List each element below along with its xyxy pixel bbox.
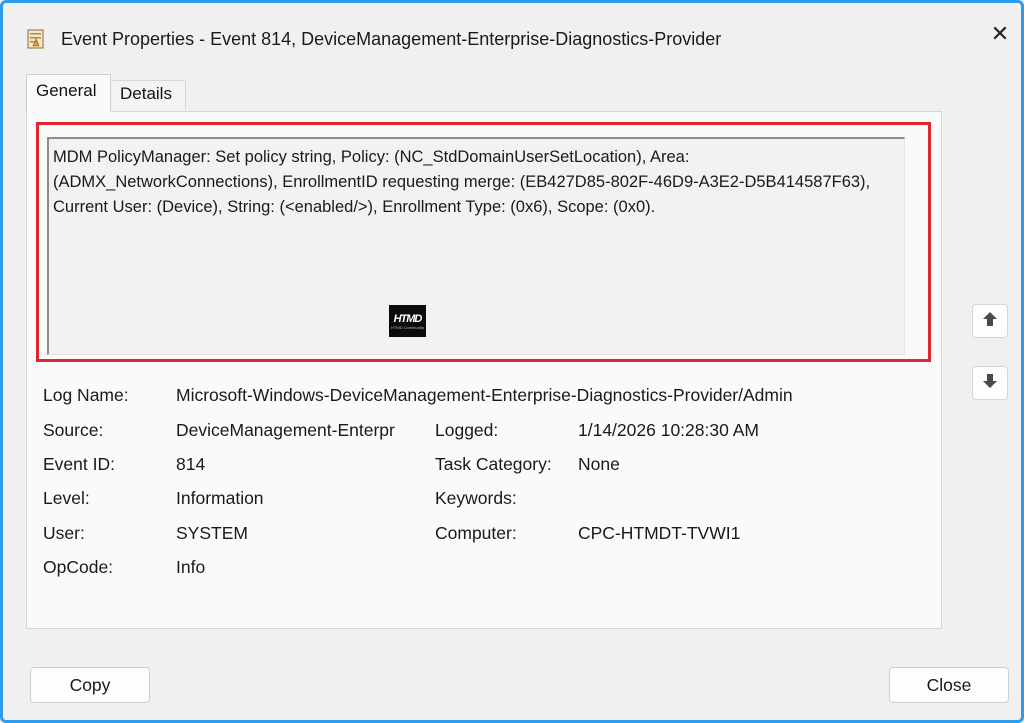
source-value[interactable]: DeviceManagement-Enterpr bbox=[176, 420, 424, 441]
logged-value[interactable]: 1/14/2026 10:28:30 AM bbox=[578, 420, 759, 441]
log-name-label: Log Name: bbox=[43, 385, 129, 405]
watermark-small-text: HTMD Community bbox=[391, 324, 424, 330]
event-id-label: Event ID: bbox=[43, 454, 115, 474]
window-title: Event Properties - Event 814, DeviceMana… bbox=[61, 29, 722, 49]
arrow-up-icon bbox=[981, 310, 999, 333]
opcode-value[interactable]: Info bbox=[176, 557, 205, 578]
user-label: User: bbox=[43, 523, 85, 543]
source-label: Source: bbox=[43, 420, 104, 440]
log-name-value[interactable]: Microsoft-Windows-DeviceManagement-Enter… bbox=[176, 385, 793, 406]
close-window-button[interactable]: ✕ bbox=[985, 19, 1015, 49]
task-category-label: Task Category: bbox=[435, 454, 552, 474]
event-log-icon bbox=[27, 29, 45, 49]
arrow-down-icon bbox=[981, 372, 999, 395]
htmd-logo-watermark: HTMD HTMD Community bbox=[389, 305, 426, 337]
level-label: Level: bbox=[43, 488, 90, 508]
computer-label: Computer: bbox=[435, 523, 517, 543]
event-id-value[interactable]: 814 bbox=[176, 454, 205, 475]
task-category-value[interactable]: None bbox=[578, 454, 620, 475]
next-event-button[interactable] bbox=[972, 366, 1008, 400]
logged-label: Logged: bbox=[435, 420, 499, 440]
computer-value[interactable]: CPC-HTMDT-TVWI1 bbox=[578, 523, 740, 544]
user-value[interactable]: SYSTEM bbox=[176, 523, 248, 544]
copy-button[interactable]: Copy bbox=[30, 667, 150, 703]
watermark-logo-text: HTMD bbox=[393, 312, 423, 325]
keywords-label: Keywords: bbox=[435, 488, 517, 508]
opcode-label: OpCode: bbox=[43, 557, 114, 577]
event-message-textbox[interactable]: MDM PolicyManager: Set policy string, Po… bbox=[47, 137, 905, 355]
previous-event-button[interactable] bbox=[972, 304, 1008, 338]
tab-general[interactable]: General bbox=[26, 74, 111, 112]
close-icon: ✕ bbox=[990, 21, 1010, 46]
tab-details[interactable]: Details bbox=[112, 80, 186, 110]
title-bar: Event Properties - Event 814, DeviceMana… bbox=[6, 6, 1018, 66]
level-value[interactable]: Information bbox=[176, 488, 264, 509]
close-button[interactable]: Close bbox=[889, 667, 1009, 703]
event-message-text: MDM PolicyManager: Set policy string, Po… bbox=[53, 148, 871, 216]
